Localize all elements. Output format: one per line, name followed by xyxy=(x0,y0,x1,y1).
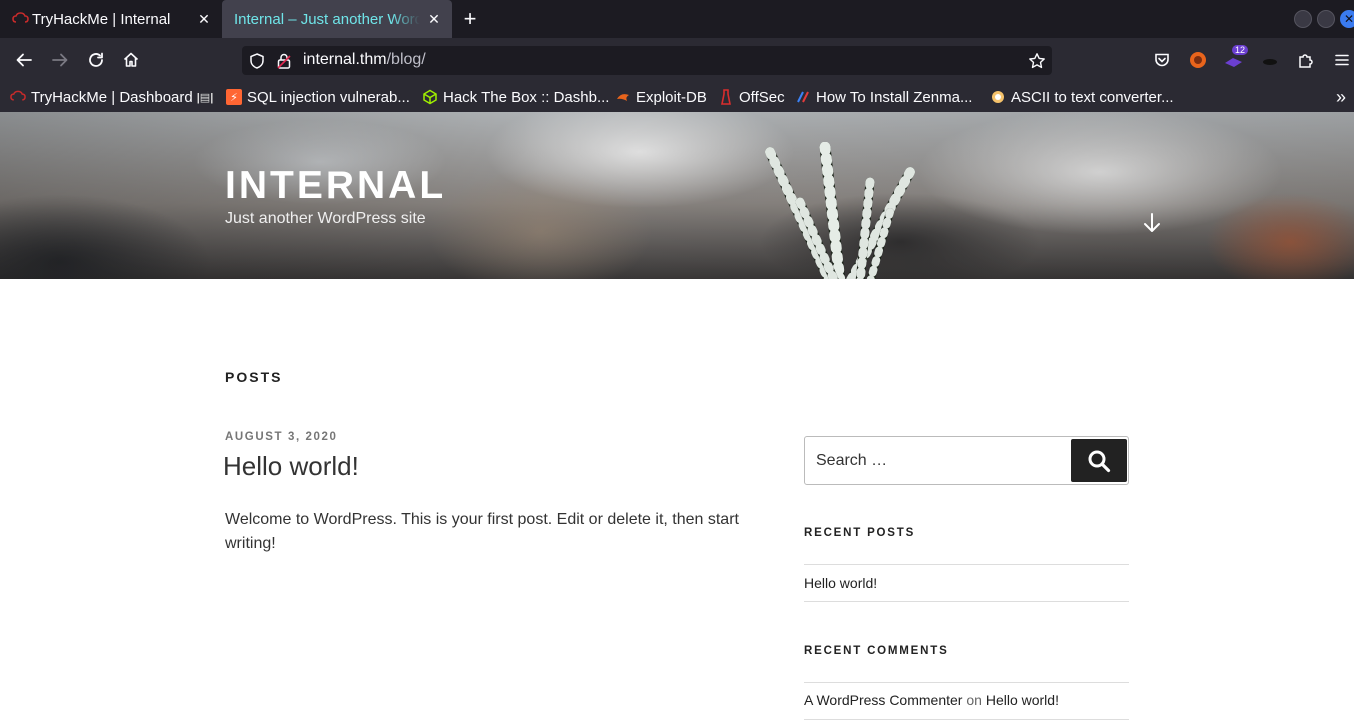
site-header-image: INTERNAL Just another WordPress site xyxy=(0,112,1354,279)
recent-post-link[interactable]: Hello world! xyxy=(804,575,877,591)
extension-badge-icon[interactable]: 12 xyxy=(1222,45,1249,72)
extension-badge-count: 12 xyxy=(1232,45,1249,55)
back-icon[interactable] xyxy=(12,48,36,72)
bookmark-hackthebox[interactable]: Hack The Box :: Dashb... xyxy=(422,87,609,107)
divider xyxy=(804,719,1129,720)
bookmark-label: How To Install Zenma... xyxy=(816,88,973,106)
offsec-icon xyxy=(721,89,731,105)
url-host: internal.thm xyxy=(303,51,387,68)
foxyproxy-extension-icon[interactable] xyxy=(1186,48,1210,72)
bookmark-offsec[interactable]: OffSec xyxy=(718,87,785,107)
tab-tryhackme-internal[interactable]: TryHackMe | Internal ✕ xyxy=(0,0,222,38)
post-body: Welcome to WordPress. This is your first… xyxy=(225,511,739,552)
header-overlay xyxy=(0,112,1354,279)
divider xyxy=(804,564,1129,565)
bookmark-tryhackme-dashboard[interactable]: TryHackMe | Dashboard xyxy=(10,87,193,107)
bookmark-label: SQL injection vulnerab... xyxy=(247,88,410,106)
plant-decoration xyxy=(765,142,915,279)
bookmark-label: TryHackMe | Dashboard xyxy=(31,88,193,106)
recent-comment-item: A WordPress Commenter on Hello world! xyxy=(804,692,1059,708)
bookmark-label: Exploit-DB xyxy=(636,88,707,106)
tryhackme-icon xyxy=(10,90,26,101)
search-form xyxy=(804,436,1129,485)
post-title[interactable]: Hello world! xyxy=(223,451,359,482)
search-button[interactable] xyxy=(1071,439,1127,482)
bookmark-star-icon[interactable] xyxy=(1028,52,1046,70)
tab-bar: TryHackMe | Internal ✕ Internal – Just a… xyxy=(0,0,1354,38)
search-icon xyxy=(1088,450,1111,472)
close-window-icon[interactable]: ✕ xyxy=(1340,10,1354,28)
recent-comments-title: RECENT COMMENTS xyxy=(804,645,949,657)
tab-title: TryHackMe | Internal xyxy=(32,10,171,28)
zenmap-icon xyxy=(797,91,809,103)
minimize-window-icon[interactable] xyxy=(1294,10,1312,28)
tracking-protection-shield-icon[interactable] xyxy=(248,52,266,70)
menu-hamburger-icon[interactable] xyxy=(1330,48,1354,72)
url-text: internal.thm/blog/ xyxy=(303,51,426,69)
site-description: Just another WordPress site xyxy=(225,210,426,227)
bookmark-label: OffSec xyxy=(739,88,785,106)
tryhackme-icon xyxy=(12,12,29,23)
tab-internal-wordpress[interactable]: Internal – Just another WordPress site ✕ xyxy=(222,0,452,38)
more-bookmarks-chevron-icon[interactable]: » xyxy=(1336,87,1346,107)
bookmark-label: Hack The Box :: Dashb... xyxy=(443,88,610,106)
close-tab-icon[interactable]: ✕ xyxy=(194,9,214,29)
address-bar[interactable]: internal.thm/blog/ xyxy=(242,46,1052,75)
extensions-puzzle-icon[interactable] xyxy=(1294,48,1318,72)
bookmarks-toolbar: TryHackMe | Dashboard |▤| ⚡ SQL injectio… xyxy=(0,82,1354,112)
site-title[interactable]: INTERNAL xyxy=(225,164,446,208)
clipboard-icon: |▤| xyxy=(196,91,214,104)
search-input[interactable] xyxy=(805,437,1069,484)
maximize-window-icon[interactable] xyxy=(1317,10,1335,28)
bookmark-label: ASCII to text converter... xyxy=(1011,88,1174,106)
exploitdb-icon xyxy=(617,94,629,101)
bookmark-zenmap[interactable]: How To Install Zenma... xyxy=(795,87,972,107)
recent-posts-title: RECENT POSTS xyxy=(804,527,916,539)
home-icon[interactable] xyxy=(119,48,143,72)
site-info-lock-icon[interactable] xyxy=(275,52,293,70)
comment-author-link[interactable]: A WordPress Commenter xyxy=(804,692,962,708)
forward-icon[interactable] xyxy=(48,48,72,72)
ascii-icon xyxy=(992,91,1004,103)
bookmark-exploit-db[interactable]: Exploit-DB xyxy=(615,87,707,107)
bookmark-clipboard[interactable]: |▤| xyxy=(197,87,218,107)
new-tab-icon[interactable]: + xyxy=(458,7,482,31)
url-path: /blog/ xyxy=(386,51,426,68)
portswigger-icon: ⚡ xyxy=(226,89,242,105)
divider xyxy=(804,601,1129,602)
hackthebox-icon xyxy=(423,89,437,105)
posts-heading: POSTS xyxy=(225,369,283,385)
bookmark-sql-injection[interactable]: ⚡ SQL injection vulnerab... xyxy=(226,87,410,107)
close-tab-icon[interactable]: ✕ xyxy=(424,9,444,29)
tab-title: Internal – Just another WordPress site xyxy=(234,10,420,28)
pocket-icon[interactable] xyxy=(1150,48,1174,72)
divider xyxy=(804,682,1129,683)
comment-post-link[interactable]: Hello world! xyxy=(986,692,1059,708)
reload-icon[interactable] xyxy=(84,48,108,72)
comment-on-text: on xyxy=(966,692,982,708)
cookie-editor-icon[interactable] xyxy=(1258,48,1282,72)
bookmark-ascii-converter[interactable]: ASCII to text converter... xyxy=(990,87,1174,107)
post-date[interactable]: AUGUST 3, 2020 xyxy=(225,431,338,443)
scroll-down-arrow-icon[interactable] xyxy=(1140,211,1164,235)
